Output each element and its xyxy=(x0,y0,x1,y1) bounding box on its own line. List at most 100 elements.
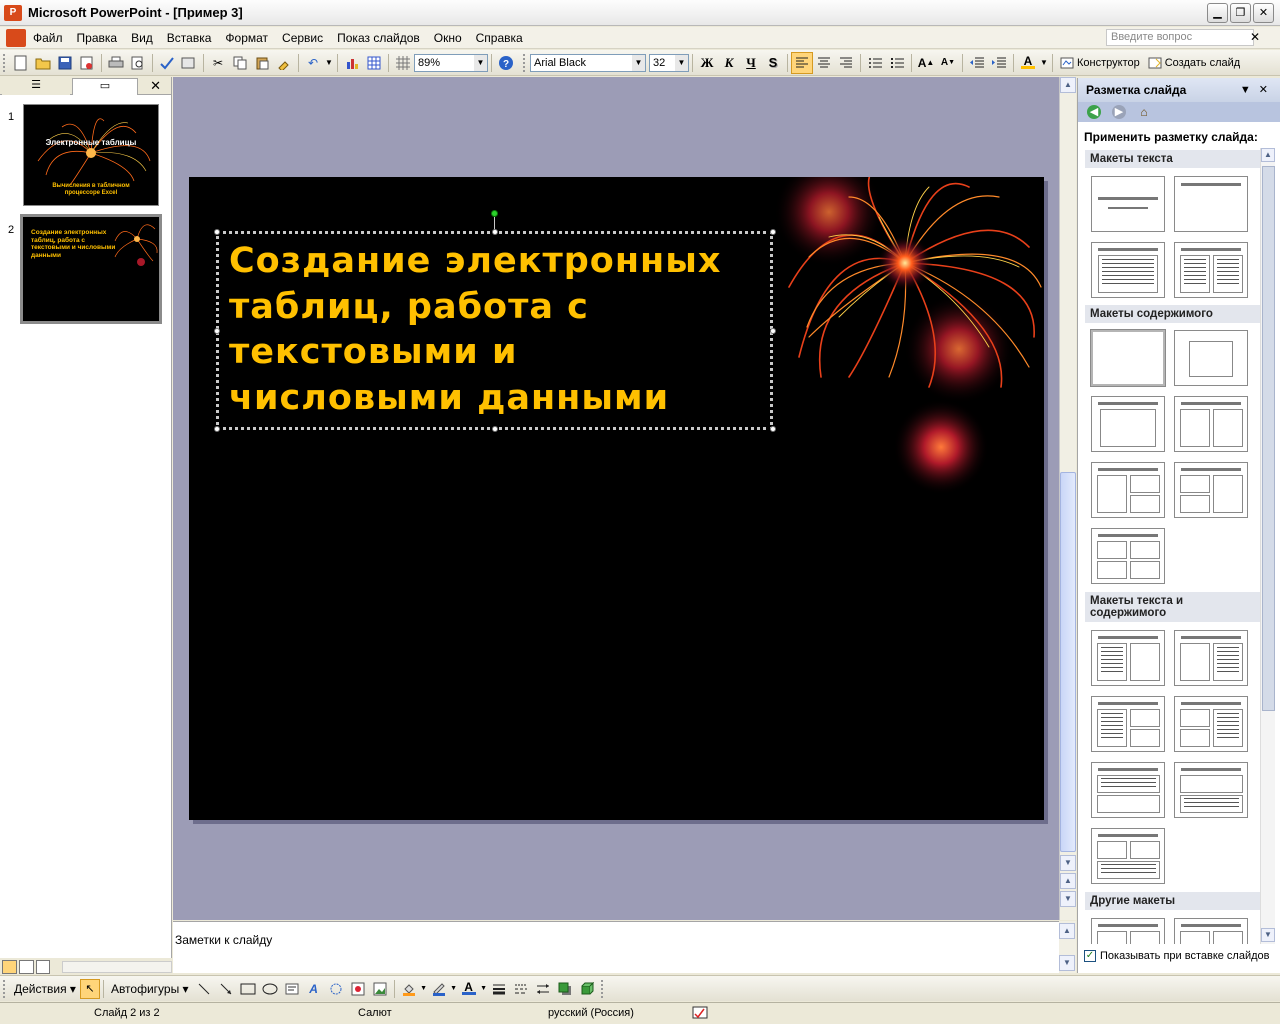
layout-blank[interactable] xyxy=(1090,329,1166,387)
grid-icon[interactable] xyxy=(392,52,414,74)
drawbar-grip[interactable] xyxy=(3,979,7,998)
normal-view-icon[interactable] xyxy=(2,959,17,974)
font-name-combo[interactable]: Arial Black ▼ xyxy=(530,53,646,72)
print-icon[interactable] xyxy=(105,52,127,74)
task-pane-scrollbar[interactable]: ▲ ▼ xyxy=(1260,148,1275,944)
slide-canvas[interactable]: Создание электронных таблиц, работа с те… xyxy=(189,177,1044,820)
layout-title-two-content[interactable] xyxy=(1174,396,1248,452)
menu-insert[interactable]: Вставка xyxy=(160,28,219,48)
slide-sorter-view-icon[interactable] xyxy=(18,959,34,974)
layout-title-content-over-text[interactable] xyxy=(1174,762,1248,818)
font-size-combo[interactable]: 32 ▼ xyxy=(649,53,689,72)
task-pane-close-icon[interactable]: ✕ xyxy=(1259,84,1276,96)
menu-edit[interactable]: Правка xyxy=(70,28,125,48)
layout-two-column-text[interactable] xyxy=(1174,242,1248,298)
document-close-icon[interactable]: ✕ xyxy=(1250,30,1260,44)
scroll-thumb[interactable] xyxy=(1060,472,1076,852)
print-preview-icon[interactable] xyxy=(127,52,149,74)
layout-title-two-content-text[interactable] xyxy=(1174,696,1248,752)
restore-button[interactable]: ❐ xyxy=(1230,3,1251,23)
slide-thumbnail-2[interactable]: Создание электронных таблиц, работа с те… xyxy=(20,214,162,324)
fill-color-dropdown-icon[interactable]: ▼ xyxy=(420,978,428,1000)
show-on-insert-option[interactable]: ✓ Показывать при вставке слайдов xyxy=(1084,950,1270,962)
open-icon[interactable] xyxy=(32,52,54,74)
resize-handle-tr[interactable] xyxy=(770,229,776,235)
numbered-list-icon[interactable] xyxy=(864,52,886,74)
resize-handle-tl[interactable] xyxy=(214,229,220,235)
task-pane-menu-icon[interactable]: ▼ xyxy=(1240,84,1259,96)
increase-font-icon[interactable]: A ▲ xyxy=(915,52,937,74)
diagram-icon[interactable] xyxy=(325,978,347,1000)
tab-slides[interactable]: ▭ xyxy=(72,78,138,95)
help-search-input[interactable]: Введите вопрос xyxy=(1106,29,1254,46)
layout-content[interactable] xyxy=(1174,330,1248,386)
oval-icon[interactable] xyxy=(259,978,281,1000)
layout-title-four-content[interactable] xyxy=(1091,528,1165,584)
font-dropdown-icon[interactable]: ▼ xyxy=(632,54,645,71)
decrease-font-icon[interactable]: A ▼ xyxy=(937,52,959,74)
zoom-combo[interactable]: 89% ▼ xyxy=(414,53,488,72)
spelling-icon[interactable] xyxy=(156,52,178,74)
align-right-icon[interactable] xyxy=(835,52,857,74)
zoom-dropdown-icon[interactable]: ▼ xyxy=(474,54,487,71)
minimize-button[interactable]: ▁ xyxy=(1207,3,1228,23)
draw-font-color-icon[interactable]: A xyxy=(458,978,480,1000)
layout-title-two-content-over-text[interactable] xyxy=(1091,828,1165,884)
layout-title-text-two-content[interactable] xyxy=(1091,696,1165,752)
notes-scroll-up-icon[interactable]: ▲ xyxy=(1059,923,1075,939)
document-icon[interactable] xyxy=(6,28,26,47)
powerpoint-app-icon[interactable]: P xyxy=(4,4,22,21)
cut-icon[interactable]: ✂ xyxy=(207,52,229,74)
show-on-insert-checkbox[interactable]: ✓ xyxy=(1084,950,1096,962)
layout-other-1[interactable] xyxy=(1091,918,1165,944)
layout-title-content[interactable] xyxy=(1091,396,1165,452)
line-style-icon[interactable] xyxy=(488,978,510,1000)
insert-chart-icon[interactable] xyxy=(341,52,363,74)
menu-view[interactable]: Вид xyxy=(124,28,160,48)
resize-handle-bl[interactable] xyxy=(214,426,220,432)
draw-font-color-dropdown-icon[interactable]: ▼ xyxy=(480,978,488,1000)
resize-handle-b[interactable] xyxy=(492,426,498,432)
tp-scroll-up-icon[interactable]: ▲ xyxy=(1261,148,1275,162)
format-painter-icon[interactable] xyxy=(273,52,295,74)
layout-title-content-text[interactable] xyxy=(1174,630,1248,686)
tp-scroll-thumb[interactable] xyxy=(1262,166,1275,711)
layout-title-slide[interactable] xyxy=(1091,176,1165,232)
menu-help[interactable]: Справка xyxy=(469,28,530,48)
home-icon[interactable]: ⌂ xyxy=(1134,103,1154,121)
underline-button[interactable]: Ч xyxy=(740,52,762,74)
slide-thumbnail-1[interactable]: Электронные таблицы Вычисления в табличн… xyxy=(23,104,159,206)
new-slide-button[interactable]: Создать слайд xyxy=(1144,52,1244,74)
font-color-dropdown-icon[interactable]: ▼ xyxy=(1039,52,1049,74)
wordart-icon[interactable]: A xyxy=(303,978,325,1000)
layout-title-text-over-content[interactable] xyxy=(1091,762,1165,818)
back-icon[interactable]: ◀ xyxy=(1084,103,1104,121)
3d-style-icon[interactable] xyxy=(576,978,598,1000)
resize-handle-br[interactable] xyxy=(770,426,776,432)
toolbar-grip[interactable] xyxy=(3,53,7,72)
line-color-dropdown-icon[interactable]: ▼ xyxy=(450,978,458,1000)
layout-title-content-two[interactable] xyxy=(1091,462,1165,518)
select-pointer-icon[interactable]: ↖ xyxy=(79,978,100,999)
tab-outline[interactable]: ☰ xyxy=(2,78,70,95)
menu-window[interactable]: Окно xyxy=(427,28,469,48)
permission-icon[interactable] xyxy=(76,52,98,74)
arrow-style-icon[interactable] xyxy=(532,978,554,1000)
toolbar-grip-2[interactable] xyxy=(523,53,527,72)
rotate-handle[interactable] xyxy=(491,210,498,217)
line-icon[interactable] xyxy=(193,978,215,1000)
fill-color-icon[interactable] xyxy=(398,978,420,1000)
scroll-down-icon[interactable]: ▼ xyxy=(1060,855,1076,871)
bold-button[interactable]: Ж xyxy=(696,52,718,74)
copy-icon[interactable] xyxy=(229,52,251,74)
italic-button[interactable]: К xyxy=(718,52,740,74)
align-center-icon[interactable] xyxy=(813,52,835,74)
align-left-icon[interactable] xyxy=(791,51,813,74)
arrow-icon[interactable] xyxy=(215,978,237,1000)
increase-indent-icon[interactable] xyxy=(988,52,1010,74)
notes-scrollbar[interactable]: ▲ ▼ xyxy=(1059,921,1076,973)
menu-file[interactable]: Файл xyxy=(26,28,70,48)
resize-handle-l[interactable] xyxy=(214,328,220,334)
forward-icon[interactable]: ▶ xyxy=(1109,103,1129,121)
tp-scroll-down-icon[interactable]: ▼ xyxy=(1261,928,1275,942)
